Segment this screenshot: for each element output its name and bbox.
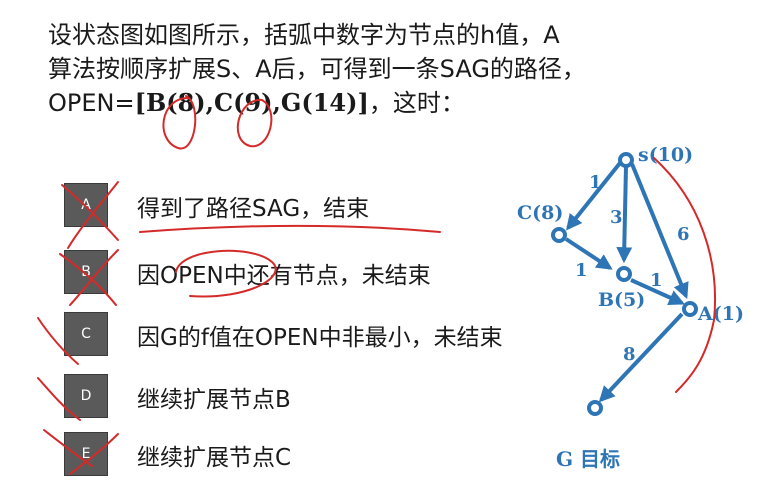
option-a[interactable]: A 得到了路径SAG，结束 (64, 183, 624, 227)
option-a-text: 得到了路径SAG，结束 (137, 196, 370, 222)
option-e[interactable]: E 继续扩展节点C (64, 432, 624, 476)
question-line-2: 算法按顺序扩展S、A后，可得到一条SAG的路径， (48, 55, 586, 83)
option-c-text: 因G的f值在OPEN中非最小，未结束 (137, 325, 503, 351)
edge-b-a-weight: 1 (650, 270, 663, 291)
node-a-label: A(1) (697, 303, 744, 325)
open-set: [B(8),C(9),G(14)] (134, 88, 369, 117)
option-b-box[interactable]: B (64, 250, 108, 294)
option-d-text: 继续扩展节点B (137, 387, 291, 413)
option-d-box[interactable]: D (64, 374, 108, 418)
node-g-label: G 目标 (556, 447, 621, 471)
question-line-1: 设状态图如图所示，括弧中数字为节点的h值，A (48, 21, 560, 49)
path-trace-sag (653, 157, 716, 393)
option-b-text: 因OPEN中还有节点，未结束 (137, 263, 431, 289)
option-d[interactable]: D 继续扩展节点B (64, 374, 624, 418)
option-e-box[interactable]: E (64, 432, 108, 476)
node-s-label: s(10) (638, 144, 693, 166)
question-text: 设状态图如图所示，括弧中数字为节点的h值，A 算法按顺序扩展S、A后，可得到一条… (48, 18, 748, 120)
edge-s-a (630, 163, 689, 299)
option-e-text: 继续扩展节点C (137, 445, 292, 471)
option-c[interactable]: C 因G的f值在OPEN中非最小，未结束 (64, 312, 624, 356)
option-a-box[interactable]: A (64, 183, 108, 227)
edge-b-a (630, 278, 685, 306)
edge-s-b (616, 165, 633, 264)
edge-s-a-weight: 6 (677, 224, 690, 245)
node-a (682, 301, 698, 317)
question-line-3-suffix: ，这时： (368, 89, 465, 117)
open-label: OPEN= (48, 89, 135, 117)
edge-a-g-weight: 8 (623, 344, 636, 365)
node-c (551, 227, 567, 243)
node-s (618, 152, 634, 168)
question-line-3: OPEN=[B(8),C(9),G(14)]，这时： (48, 86, 748, 120)
option-b[interactable]: B 因OPEN中还有节点，未结束 (64, 250, 624, 294)
option-c-box[interactable]: C (64, 312, 108, 356)
